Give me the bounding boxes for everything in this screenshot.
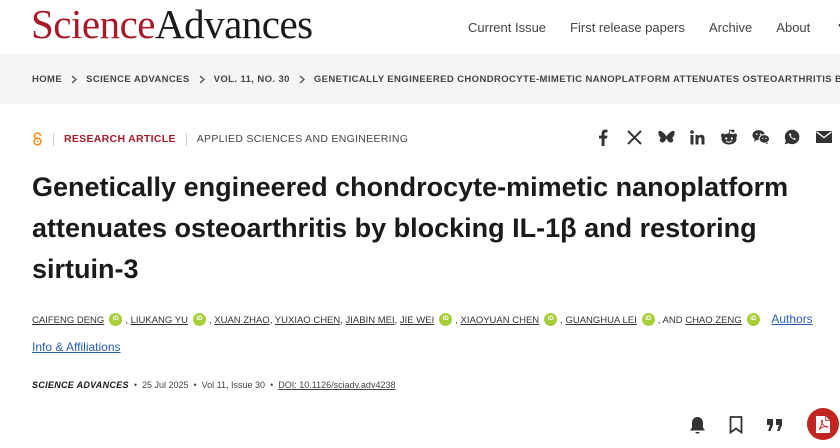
breadcrumb-issue[interactable]: VOL. 11, NO. 30 [214,74,290,85]
site-logo[interactable]: ScienceAdvances [31,2,313,46]
divider [185,132,187,146]
author-name[interactable]: JIABIN MEI [346,315,395,326]
open-access-icon [32,132,43,146]
author-name[interactable]: CHAO ZENG [685,315,741,326]
author-name[interactable]: CAIFENG DENG [32,315,104,326]
publication-date: 25 Jul 2025 [141,380,189,390]
article-subject[interactable]: APPLIED SCIENCES AND ENGINEERING [197,133,408,145]
nav-archive[interactable]: Archive [709,20,752,35]
wechat-icon[interactable] [751,128,770,146]
nav-current-issue[interactable]: Current Issue [468,20,546,35]
article-tools [686,408,839,440]
separator-dot: • [193,380,197,390]
reddit-icon[interactable] [720,128,738,146]
breadcrumb-home[interactable]: HOME [32,74,62,85]
top-nav: Current Issue First release papers Archi… [468,14,840,40]
nav-about-label: About [776,19,811,35]
orcid-icon[interactable] [192,313,206,326]
separator-dot: • [133,380,137,390]
orcid-icon[interactable] [109,313,123,326]
email-icon[interactable] [815,128,833,146]
x-icon[interactable] [626,128,644,146]
author-name[interactable]: LIUKANG YU [131,315,188,326]
whatsapp-icon[interactable] [783,128,801,146]
orcid-icon[interactable] [746,313,760,326]
facebook-icon[interactable] [594,128,612,146]
article-type: RESEARCH ARTICLE [64,133,176,145]
author-name[interactable]: JIE WEI [400,315,434,326]
orcid-icon[interactable] [641,313,655,326]
volume-issue[interactable]: Vol 11, Issue 30 [202,380,265,390]
article-title: Genetically engineered chondrocyte-mimet… [32,172,789,284]
chevron-right-icon [199,75,205,84]
breadcrumb-journal[interactable]: SCIENCE ADVANCES [86,74,190,85]
article-meta: RESEARCH ARTICLE APPLIED SCIENCES AND EN… [32,132,408,146]
site-header: ScienceAdvances Current Issue First rele… [0,0,840,54]
nav-about[interactable]: About [776,20,840,35]
pdf-icon[interactable] [807,408,839,440]
separator-dot: • [270,380,274,390]
orcid-icon[interactable] [439,313,453,326]
orcid-icon[interactable] [544,313,558,326]
author-name[interactable]: YUXIAO CHEN [275,315,340,326]
bluesky-icon[interactable] [657,128,675,146]
journal-name[interactable]: SCIENCE ADVANCES [32,380,129,390]
bookmark-icon[interactable] [725,414,747,436]
linkedin-icon[interactable] [689,128,707,146]
chevron-right-icon [71,75,78,84]
nav-first-release[interactable]: First release papers [570,20,685,35]
bell-icon[interactable] [686,414,708,436]
chevron-right-icon [299,75,305,84]
quote-icon[interactable] [764,414,786,436]
author-name[interactable]: XIAOYUAN CHEN [461,315,540,326]
doi-link[interactable]: DOI: 10.1126/sciadv.adv4238 [278,380,395,390]
divider [53,132,54,146]
breadcrumb: HOME SCIENCE ADVANCES VOL. 11, NO. 30 GE… [32,74,840,85]
author-list: CAIFENG DENG, LIUKANG YU, XUAN ZHAO, YUX… [32,306,832,362]
author-name[interactable]: GUANGHUA LEI [565,315,636,326]
author-name[interactable]: XUAN ZHAO [214,315,269,326]
publication-info: SCIENCE ADVANCES • 25 Jul 2025 • Vol 11,… [32,380,395,390]
and-text: AND [662,315,683,326]
breadcrumb-article: GENETICALLY ENGINEERED CHONDROCYTE-MIMET… [313,74,840,85]
share-bar [594,128,833,146]
logo-advances: Advances [154,1,313,47]
logo-science: Science [31,1,155,47]
